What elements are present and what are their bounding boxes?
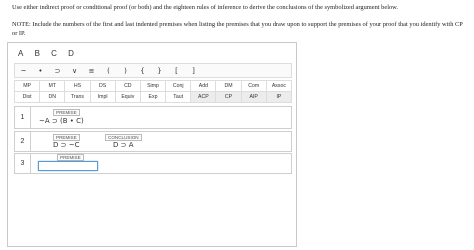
rule-button-impl[interactable]: Impl [90,92,116,103]
rule-button-equiv[interactable]: Equiv [115,92,141,103]
instruction-text: Use either indirect proof or conditional… [12,4,398,11]
symbol-wedge-button[interactable]: ∨ [66,67,83,75]
rule-button-conj[interactable]: Conj [166,81,192,92]
symbol-open-brace-button[interactable]: { [134,67,151,75]
rule-button-mp[interactable]: MP [15,81,41,92]
variable-b[interactable]: B [35,49,40,58]
premise-formula[interactable]: ~A ⊃ (B • C) [39,117,84,125]
rule-button-add[interactable]: Add [191,81,217,92]
rule-button-dist[interactable]: Dist [15,92,41,103]
rule-button-mt[interactable]: MT [40,81,66,92]
rule-button-acp[interactable]: ACP [191,92,217,103]
proof-line-1: 1 PREMISE ~A ⊃ (B • C) [14,106,292,129]
proof-editor-panel: A B C D ~ • ⊃ ∨ ≡ ( ) { } [ ] MP MT HS DS CD… [7,42,297,247]
rule-button-ip[interactable]: IP [266,92,292,103]
conclusion-formula: D ⊃ A [113,141,134,149]
symbol-open-paren-button[interactable]: ( [100,67,117,75]
symbol-toolbar: ~ • ⊃ ∨ ≡ ( ) { } [ ] [14,63,292,78]
rule-button-trans[interactable]: Trans [65,92,91,103]
rule-button-com[interactable]: Com [241,81,267,92]
symbol-triple-bar-button[interactable]: ≡ [83,67,100,75]
symbol-open-bracket-button[interactable]: [ [168,67,185,75]
rule-button-simp[interactable]: Simp [140,81,167,92]
rule-button-cd[interactable]: CD [115,81,141,92]
rule-button-aip[interactable]: AIP [241,92,267,103]
conclusion-tag: CONCLUSION [105,134,142,141]
premise-tag: PREMISE [53,109,80,116]
rule-button-hs[interactable]: HS [65,81,91,92]
rule-button-ds[interactable]: DS [90,81,116,92]
variable-d[interactable]: D [68,49,74,58]
premise-formula[interactable]: D ⊃ ~C [53,141,79,149]
rule-button-exp[interactable]: Exp [140,92,167,103]
symbol-tilde-button[interactable]: ~ [15,67,32,75]
note-text: NOTE: Include the numbers of the first a… [12,21,463,37]
variable-list: A B C D [18,49,83,58]
line-number: 3 [15,154,31,173]
line-number: 2 [15,132,31,151]
rule-button-taut[interactable]: Taut [166,92,192,103]
premise-input[interactable] [38,161,98,171]
line-number: 1 [15,107,31,128]
rule-button-dn[interactable]: DN [40,92,66,103]
variable-c[interactable]: C [51,49,57,58]
rules-grid: MP MT HS DS CD Simp Conj Add DM Com Assoc Dist DN Tra… [14,80,292,103]
variable-a[interactable]: A [18,49,23,58]
proof-line-2: 2 PREMISE D ⊃ ~C CONCLUSION D ⊃ A [14,131,292,152]
rule-button-cp[interactable]: CP [216,92,242,103]
rule-button-dm[interactable]: DM [216,81,242,92]
symbol-close-brace-button[interactable]: } [151,67,168,75]
premise-tag: PREMISE [57,154,84,161]
premise-tag: PREMISE [53,134,80,141]
rule-button-assoc[interactable]: Assoc [266,81,292,92]
proof-line-3: 3 PREMISE [14,153,292,174]
symbol-horseshoe-button[interactable]: ⊃ [49,67,66,75]
symbol-close-bracket-button[interactable]: ] [185,67,202,75]
symbol-dot-button[interactable]: • [32,67,49,75]
symbol-close-paren-button[interactable]: ) [117,67,134,75]
